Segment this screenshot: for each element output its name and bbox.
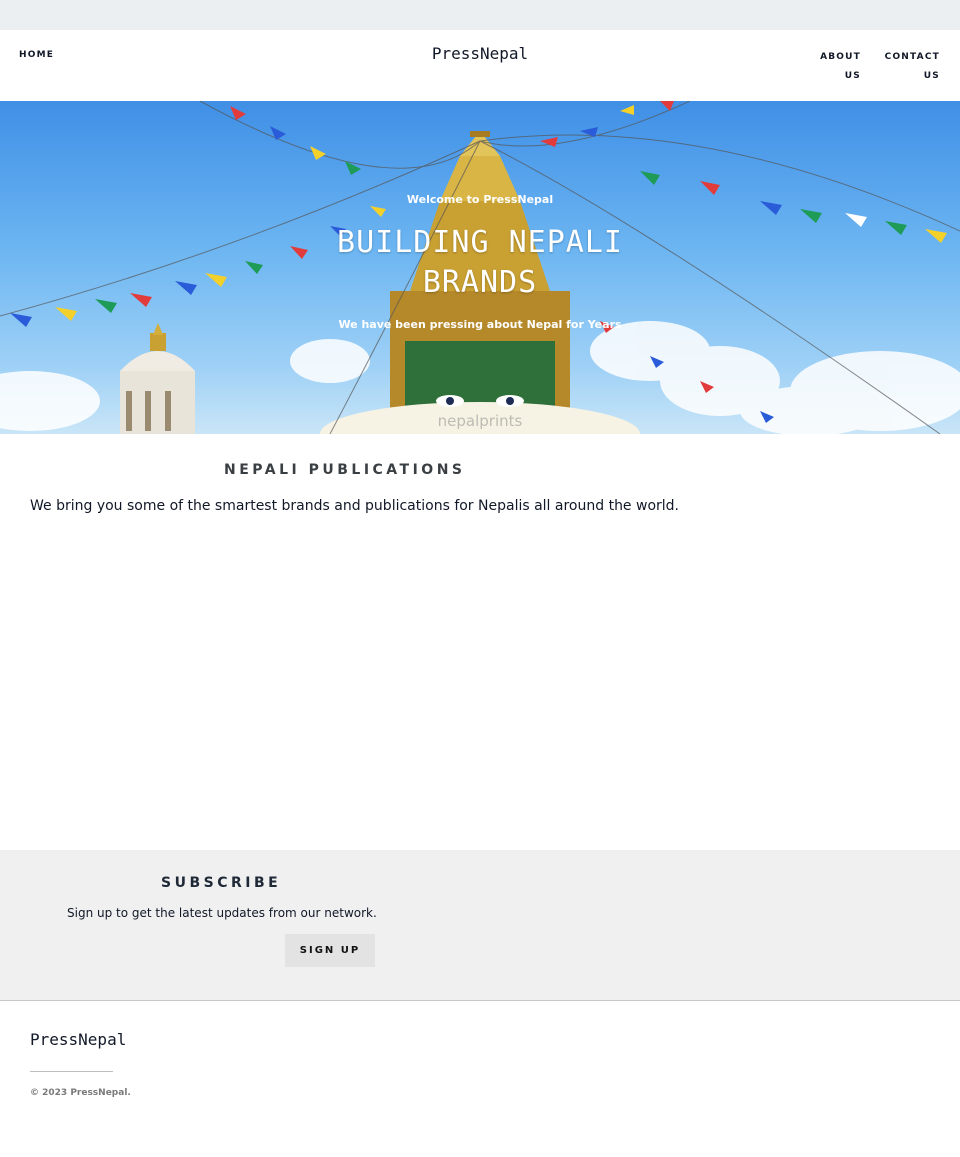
hero-subtitle: We have been pressing about Nepal for Ye… [338, 318, 622, 331]
publications-description: We bring you some of the smartest brands… [30, 498, 679, 514]
footer-divider [30, 1071, 113, 1072]
hero-banner: Welcome to PressNepal BUILDING NEPALI BRA… [0, 101, 960, 434]
subscribe-heading: SUBSCRIBE [161, 875, 282, 891]
site-logo[interactable]: PressNepal [0, 44, 960, 63]
image-watermark: nepalprints [437, 412, 523, 430]
hero-title-text: BUILDING NEPALI BRANDS [337, 225, 623, 300]
hero-eyebrow: Welcome to PressNepal [406, 193, 554, 206]
nav-about-link[interactable]: ABOUT US [820, 48, 861, 86]
sign-up-button[interactable]: SIGN UP [285, 934, 375, 967]
nav-contact-link[interactable]: CONTACT US [885, 48, 940, 86]
footer-logo[interactable]: PressNepal [30, 1030, 126, 1049]
subscribe-description: Sign up to get the latest updates from o… [67, 906, 377, 920]
footer-copyright: © 2023 PressNepal. [30, 1088, 131, 1098]
site-header: HOME PressNepal ABOUT US CONTACT US [0, 30, 960, 101]
publications-heading: NEPALI PUBLICATIONS [224, 462, 466, 478]
hero-title: BUILDING NEPALI BRANDS [0, 223, 960, 303]
top-strip [0, 0, 960, 30]
subscribe-section: SUBSCRIBE Sign up to get the latest upda… [0, 850, 960, 1001]
